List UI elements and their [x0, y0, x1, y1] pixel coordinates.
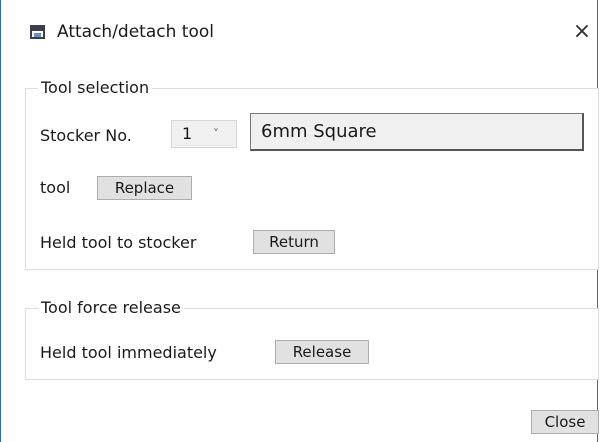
held-tool-immediately-label: Held tool immediately	[40, 343, 217, 362]
window-title: Attach/detach tool	[57, 22, 214, 42]
title-bar: Attach/detach tool ×	[1, 0, 597, 62]
close-icon[interactable]: ×	[569, 19, 595, 45]
stocker-no-value: 1	[182, 124, 193, 143]
window-app-icon	[30, 25, 45, 39]
close-button[interactable]: Close	[531, 410, 599, 434]
tool-label: tool	[40, 178, 71, 197]
tool-force-release-legend: Tool force release	[38, 297, 184, 319]
dialog-window: Attach/detach tool × Tool selection Stoc…	[0, 0, 599, 442]
replace-button[interactable]: Replace	[97, 176, 192, 200]
tool-name-value: 6mm Square	[261, 121, 377, 142]
stocker-no-dropdown[interactable]: 1 ˅	[171, 120, 237, 148]
held-tool-to-stocker-label: Held tool to stocker	[40, 233, 197, 252]
return-button[interactable]: Return	[253, 230, 335, 254]
tool-selection-legend: Tool selection	[38, 77, 153, 99]
stocker-no-label: Stocker No.	[40, 126, 132, 145]
tool-name-field[interactable]: 6mm Square	[250, 113, 584, 151]
release-button[interactable]: Release	[275, 340, 369, 364]
chevron-down-icon: ˅	[213, 127, 219, 141]
